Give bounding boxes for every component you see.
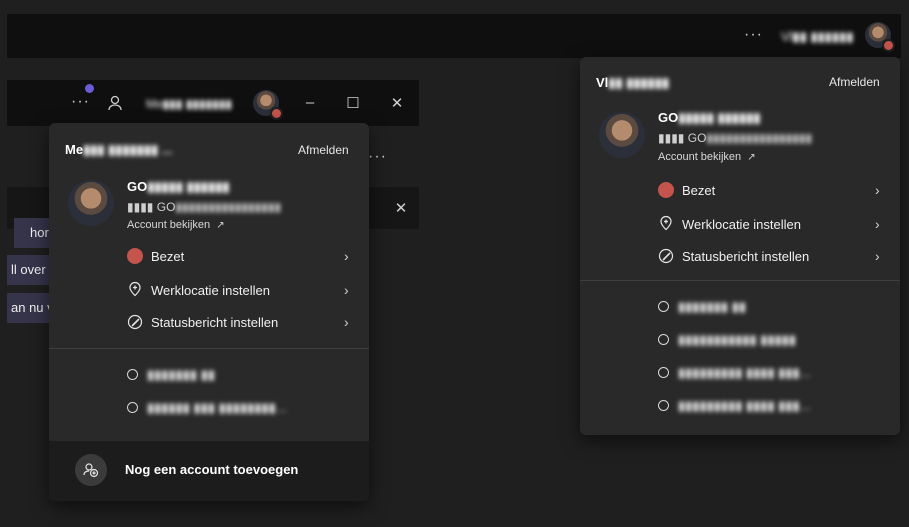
- inner-more2-icon[interactable]: ···: [368, 148, 387, 166]
- chat-line-2: ll over v: [7, 255, 55, 307]
- right-status-row[interactable]: Bezet ›: [580, 181, 900, 213]
- right-other-account-2-label: ▮▮▮▮▮▮▮▮▮▮▮ ▮▮▮▮▮: [678, 332, 797, 347]
- right-other-account-3-label: ▮▮▮▮▮▮▮▮▮ ▮▮▮▮ ▮▮▮...: [678, 365, 811, 380]
- right-other-account-3[interactable]: ▮▮▮▮▮▮▮▮▮ ▮▮▮▮ ▮▮▮...: [580, 363, 900, 387]
- right-status-message-label: Statusbericht instellen: [682, 249, 810, 264]
- chevron-right-icon: ›: [875, 216, 880, 232]
- left-other-account-2-label: ▮▮▮▮▮▮ ▮▮▮ ▮▮▮▮▮▮▮▮...: [147, 400, 287, 415]
- right-other-account-4-label: ▮▮▮▮▮▮▮▮▮ ▮▮▮▮ ▮▮▮...: [678, 398, 811, 413]
- right-status-label: Bezet: [682, 183, 716, 198]
- inner-more-options-icon[interactable]: ···: [71, 93, 90, 111]
- location-pin-icon: [658, 215, 674, 236]
- top-user-name-text: Vl▮▮ ▮▮▮▮▮▮: [781, 29, 854, 44]
- notification-dot: [85, 84, 94, 93]
- right-panel-user-name: Vl▮▮ ▮▮▮▮▮▮: [596, 75, 669, 91]
- right-separator: [580, 280, 900, 281]
- right-signout-link[interactable]: Afmelden: [829, 75, 880, 89]
- top-user-name[interactable]: Vl▮▮ ▮▮▮▮▮▮: [781, 29, 853, 45]
- right-email-visible: ▮▮▮▮ GO: [658, 131, 707, 145]
- right-acct-name-blurred: ▮▮▮▮▮ ▮▮▮▮▮▮: [678, 110, 761, 125]
- minimize-button[interactable]: –: [301, 94, 319, 111]
- left-view-account-text: Account bekijken: [127, 219, 211, 231]
- left-name-visible: Me: [65, 142, 84, 157]
- left-email-blurred: ▮▮▮▮▮▮▮▮▮▮▮▮▮▮▮▮: [175, 200, 282, 214]
- right-other-account-1[interactable]: ▮▮▮▮▮▮▮ ▮▮: [580, 297, 900, 321]
- right-acct-name-visible: GO: [658, 110, 679, 125]
- left-panel-user-name: Me▮▮▮ ▮▮▮▮▮▮▮ ...: [65, 142, 173, 158]
- left-status-row[interactable]: Bezet ›: [49, 247, 369, 279]
- top-status-busy-dot: [882, 39, 895, 52]
- chevron-right-icon: ›: [875, 248, 880, 264]
- left-work-location-row[interactable]: Werklocatie instellen ›: [49, 279, 369, 311]
- right-work-location-row[interactable]: Werklocatie instellen ›: [580, 213, 900, 245]
- account-radio-icon: [127, 369, 138, 380]
- chevron-right-icon: ›: [344, 314, 349, 330]
- more-options-icon[interactable]: ···: [744, 26, 763, 44]
- left-account-email: ▮▮▮▮ GO▮▮▮▮▮▮▮▮▮▮▮▮▮▮▮▮: [127, 200, 281, 214]
- left-other-account-2[interactable]: ▮▮▮▮▮▮ ▮▮▮ ▮▮▮▮▮▮▮▮...: [49, 397, 369, 421]
- inner-user-name[interactable]: Me▮▮▮ ▮▮▮▮▮▮▮: [146, 97, 232, 111]
- close-window-button[interactable]: ✕: [388, 94, 406, 112]
- left-acct-name-visible: GO: [127, 179, 148, 194]
- account-radio-icon: [658, 334, 669, 345]
- chat-line-3: an nu v: [7, 293, 55, 323]
- left-profile-panel: Me▮▮▮ ▮▮▮▮▮▮▮ ... Afmelden GO▮▮▮▮▮ ▮▮▮▮▮…: [49, 123, 369, 501]
- account-radio-icon: [658, 301, 669, 312]
- location-pin-icon: [127, 281, 143, 302]
- close-bar-button[interactable]: ✕: [392, 199, 410, 217]
- left-signout-link[interactable]: Afmelden: [298, 143, 349, 157]
- right-account-name: GO▮▮▮▮▮ ▮▮▮▮▮▮: [658, 110, 761, 126]
- right-view-account-link[interactable]: Account bekijken ↗: [658, 151, 756, 163]
- left-account-avatar: [68, 180, 114, 226]
- right-email-blurred: ▮▮▮▮▮▮▮▮▮▮▮▮▮▮▮▮: [706, 131, 813, 145]
- left-name-blurred: ▮▮▮ ▮▮▮▮▮▮▮ ...: [83, 142, 173, 157]
- account-radio-icon: [658, 367, 669, 378]
- right-other-account-4[interactable]: ▮▮▮▮▮▮▮▮▮ ▮▮▮▮ ▮▮▮...: [580, 396, 900, 420]
- busy-status-icon: [658, 182, 674, 198]
- right-name-blurred: ▮▮ ▮▮▮▮▮▮: [608, 75, 670, 90]
- right-account-email: ▮▮▮▮ GO▮▮▮▮▮▮▮▮▮▮▮▮▮▮▮▮: [658, 131, 812, 145]
- add-account-row[interactable]: Nog een account toevoegen: [49, 441, 369, 501]
- account-radio-icon: [658, 400, 669, 411]
- left-account-name: GO▮▮▮▮▮ ▮▮▮▮▮▮: [127, 179, 230, 195]
- status-message-icon: [127, 314, 143, 335]
- busy-status-icon: [127, 248, 143, 264]
- app-top-bar: [7, 14, 901, 58]
- chevron-right-icon: ›: [344, 282, 349, 298]
- left-work-location-label: Werklocatie instellen: [151, 283, 270, 298]
- left-status-message-label: Statusbericht instellen: [151, 315, 279, 330]
- maximize-button[interactable]: ☐: [344, 94, 362, 112]
- inner-user-name-text: Me▮▮▮ ▮▮▮▮▮▮▮: [146, 97, 233, 111]
- left-status-message-row[interactable]: Statusbericht instellen ›: [49, 311, 369, 343]
- people-icon[interactable]: [106, 94, 124, 112]
- left-view-account-link[interactable]: Account bekijken ↗: [127, 219, 225, 231]
- right-view-account-text: Account bekijken: [658, 151, 742, 163]
- right-other-account-1-label: ▮▮▮▮▮▮▮ ▮▮: [678, 299, 746, 314]
- left-other-account-1[interactable]: ▮▮▮▮▮▮▮ ▮▮: [49, 365, 369, 389]
- right-name-visible: Vl: [596, 75, 609, 90]
- external-link-icon: ↗: [216, 220, 225, 231]
- left-separator: [49, 348, 369, 349]
- chevron-right-icon: ›: [344, 248, 349, 264]
- right-profile-panel: Vl▮▮ ▮▮▮▮▮▮ Afmelden GO▮▮▮▮▮ ▮▮▮▮▮▮ ▮▮▮▮…: [580, 57, 900, 435]
- right-account-avatar: [599, 112, 645, 158]
- left-other-account-1-label: ▮▮▮▮▮▮▮ ▮▮: [147, 367, 215, 382]
- add-account-icon: [75, 454, 107, 486]
- right-status-message-row[interactable]: Statusbericht instellen ›: [580, 245, 900, 277]
- left-acct-name-blurred: ▮▮▮▮▮ ▮▮▮▮▮▮: [147, 179, 230, 194]
- right-work-location-label: Werklocatie instellen: [682, 217, 801, 232]
- left-email-visible: ▮▮▮▮ GO: [127, 200, 176, 214]
- status-message-icon: [658, 248, 674, 269]
- add-account-label: Nog een account toevoegen: [125, 462, 299, 477]
- inner-status-busy-dot: [270, 107, 283, 120]
- account-radio-icon: [127, 402, 138, 413]
- external-link-icon: ↗: [747, 152, 756, 163]
- right-other-account-2[interactable]: ▮▮▮▮▮▮▮▮▮▮▮ ▮▮▮▮▮: [580, 330, 900, 354]
- chevron-right-icon: ›: [875, 182, 880, 198]
- left-status-label: Bezet: [151, 249, 185, 264]
